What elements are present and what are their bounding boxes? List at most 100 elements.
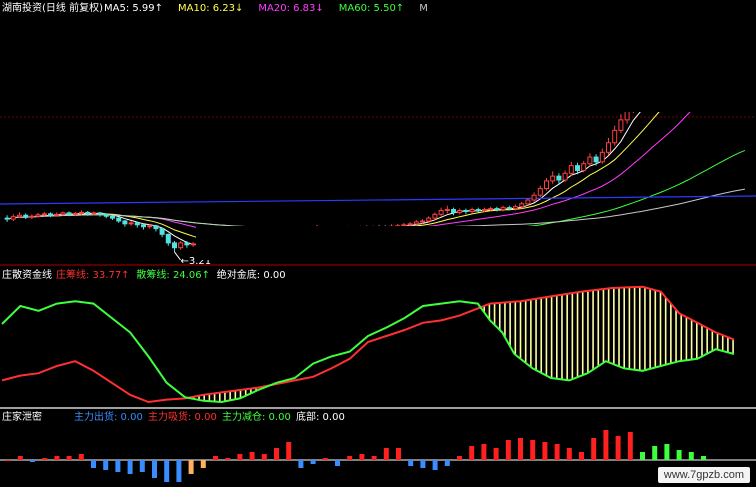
candle-body [178, 242, 184, 249]
volume-legend-2: 主力减仓: 0.00 [222, 410, 291, 423]
signal-bar [420, 460, 426, 468]
signal-bar [188, 460, 194, 474]
candle-body [444, 209, 450, 212]
signal-bar [322, 458, 328, 460]
candle-body [556, 175, 562, 181]
volume-legend-0: 主力出货: 0.00 [74, 410, 143, 423]
volume-legend-1: 主力吸货: 0.00 [148, 410, 217, 423]
candle-body [23, 214, 29, 218]
indicator-legend-0: 庄筹线: 33.77↑ [56, 268, 130, 281]
candle-body [72, 212, 78, 215]
signal-bar [640, 452, 645, 460]
candle-body [116, 217, 122, 222]
index-line [0, 195, 756, 205]
signal-bar [274, 448, 279, 460]
candle-body [134, 222, 140, 226]
candle-body [457, 209, 463, 213]
candle-body [54, 213, 60, 216]
candle-body [60, 212, 66, 215]
signal-bar [383, 448, 389, 460]
candle-body [48, 213, 53, 216]
signal-bar [42, 458, 48, 460]
candle-body [463, 209, 469, 212]
signal-bar [335, 460, 340, 466]
candle-body [4, 217, 10, 220]
candle-body [122, 220, 128, 225]
volume-legend-3: 底部: 0.00 [296, 410, 345, 423]
candle-body [506, 207, 512, 210]
candle-body [413, 221, 419, 225]
signal-bar [298, 460, 304, 468]
candle-body [494, 208, 500, 211]
signal-bar [78, 454, 84, 460]
signal-bar [152, 460, 157, 478]
candle-body [172, 242, 177, 249]
price-legend-1: MA10: 6.23↓ [178, 3, 243, 14]
candle-body [606, 142, 611, 153]
signal-bar [493, 448, 499, 460]
indicator-legend-2: 绝对金底: 0.00 [217, 268, 286, 281]
candle-body [97, 212, 103, 215]
signal-bar [505, 440, 511, 460]
signal-bar [627, 432, 633, 460]
candle-body [451, 209, 456, 213]
candle-body [562, 172, 568, 181]
candle-body [469, 209, 475, 212]
candle-body [432, 213, 438, 219]
signal-bar [5, 460, 11, 461]
candle-body [85, 211, 91, 215]
candle-body [438, 209, 444, 215]
candle-body [525, 199, 531, 205]
signal-bar [457, 456, 462, 460]
signal-bar [566, 448, 572, 460]
signal-bar [579, 452, 584, 460]
candle-body [165, 233, 171, 244]
signal-bar [554, 444, 560, 460]
signal-bar [127, 460, 133, 474]
candle-body [581, 163, 587, 171]
candle-body [612, 129, 618, 144]
candle-body [128, 222, 134, 225]
candle-body [488, 208, 494, 211]
candle-body [147, 225, 153, 228]
candle-body [153, 225, 159, 230]
signal-bar [652, 446, 658, 460]
candle-body [17, 214, 22, 218]
signal-bar [359, 454, 365, 460]
candle-body [618, 119, 624, 131]
candle-body [587, 156, 593, 165]
price-title: 湖南投资(日线 前复权) [2, 1, 103, 14]
signal-bar [676, 450, 682, 460]
candle-body [519, 203, 525, 208]
candle-body [475, 209, 481, 212]
indicator-title: 庄散资金线 [2, 268, 52, 281]
signal-bar [444, 460, 450, 466]
candle-body [575, 165, 580, 171]
signal-bar [54, 456, 60, 460]
signal-bar [310, 460, 316, 464]
signal-bar [664, 444, 670, 460]
signal-bar [530, 440, 536, 460]
candle-body [426, 217, 432, 222]
signal-bar [432, 460, 438, 470]
signal-bar [481, 444, 487, 460]
candle-body [110, 215, 115, 219]
signal-bar [518, 438, 523, 460]
candle-body [159, 228, 165, 235]
candle-body [593, 156, 599, 163]
candle-body [482, 209, 487, 212]
candle-body [66, 212, 72, 215]
candle-body [10, 216, 16, 220]
signal-bar [286, 442, 292, 460]
watermark: www.7gpzb.com [657, 467, 750, 483]
signal-bar [225, 458, 231, 460]
signal-bar [603, 430, 609, 460]
signal-bar [66, 456, 72, 460]
ma-line-120 [7, 188, 745, 229]
signal-bar [200, 460, 206, 468]
candle-body [103, 213, 109, 217]
signal-bar [249, 452, 255, 460]
signal-bar [237, 454, 243, 460]
signal-bar [261, 454, 267, 460]
signal-bar [701, 456, 706, 460]
